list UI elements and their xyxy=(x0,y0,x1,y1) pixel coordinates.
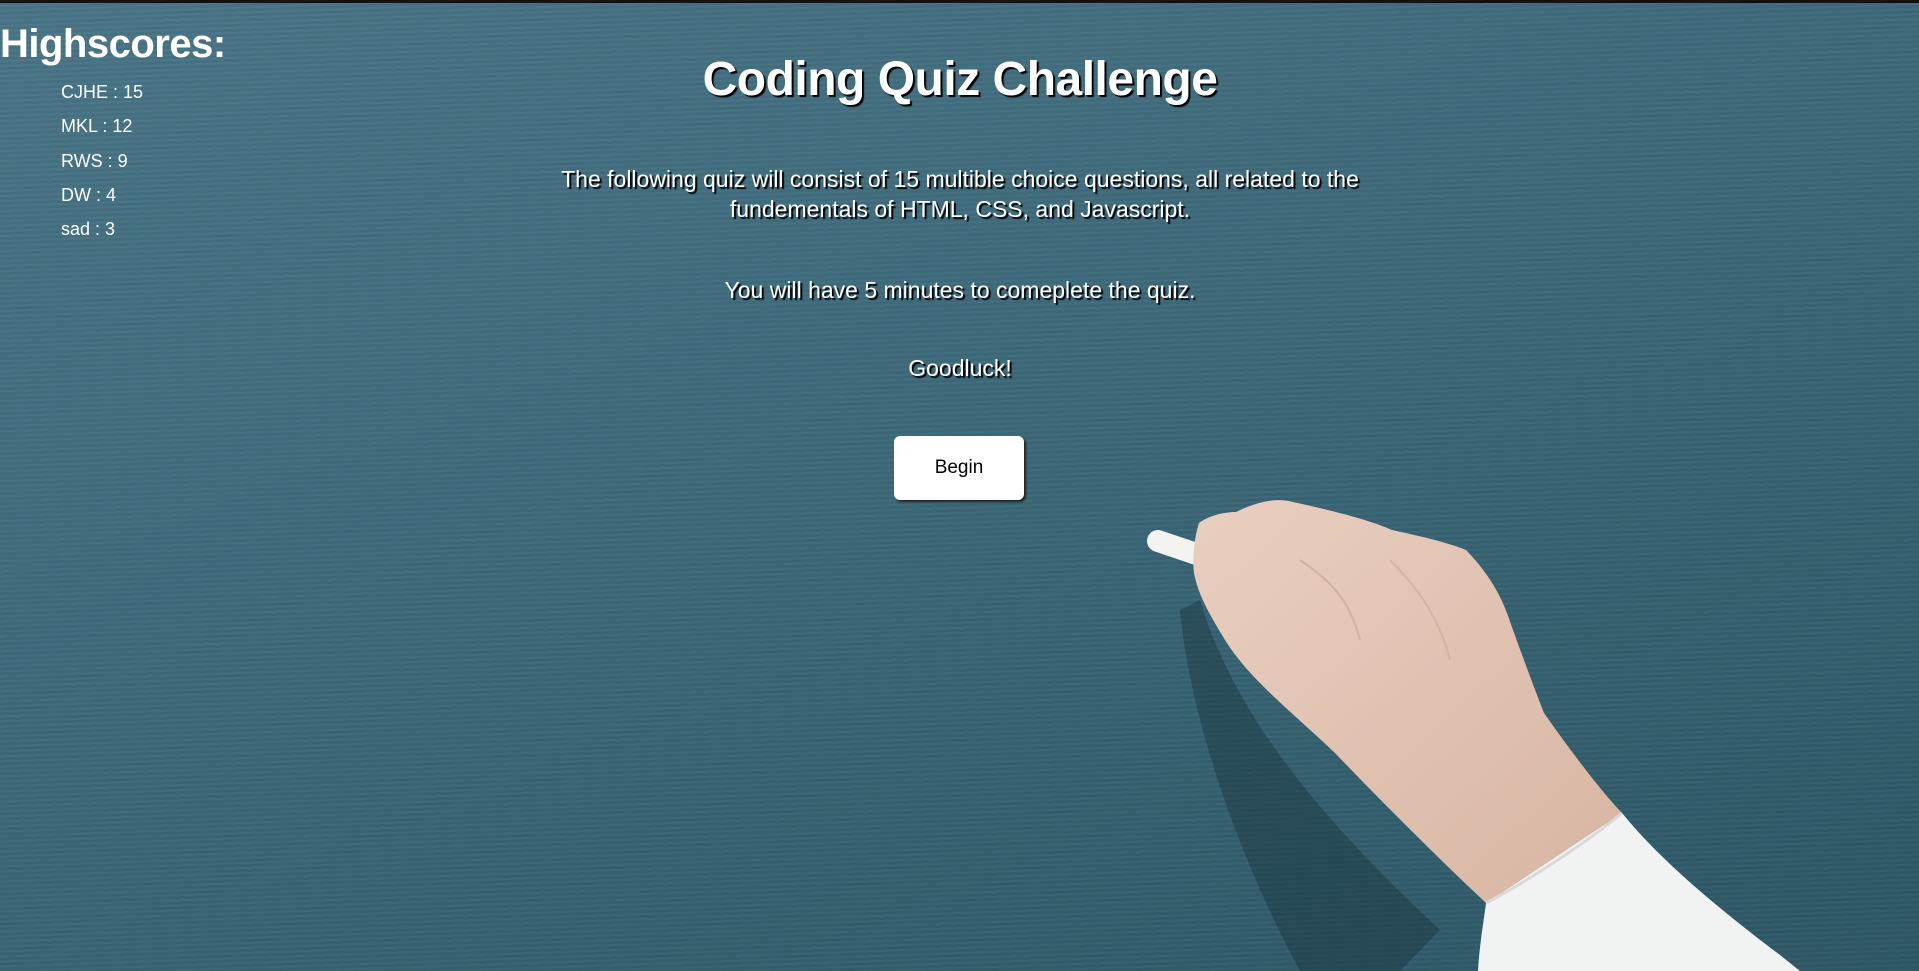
highscore-entry: CJHE : 15 xyxy=(61,82,144,102)
intro-line-1: The following quiz will consist of 15 mu… xyxy=(561,166,1359,192)
highscore-entry: DW : 4 xyxy=(61,184,117,205)
goodluck-text: Goodluck! xyxy=(908,355,1012,381)
intro-line-2: fundementals of HTML, CSS, and Javascrip… xyxy=(729,196,1191,222)
highscores-heading: Highscores: xyxy=(0,22,226,66)
highscore-entry: MKL : 12 xyxy=(61,116,133,137)
highscore-entry: sad : 3 xyxy=(61,219,116,240)
begin-button[interactable]: Begin xyxy=(894,436,1024,500)
page-title: Coding Quiz Challenge xyxy=(702,53,1218,106)
time-notice: You will have 5 minutes to comeplete the… xyxy=(724,277,1196,303)
highscores-list: CJHE : 15 MKL : 12 RWS : 9 DW : 4 sad : … xyxy=(61,80,143,251)
highscore-entry: RWS : 9 xyxy=(61,150,128,171)
